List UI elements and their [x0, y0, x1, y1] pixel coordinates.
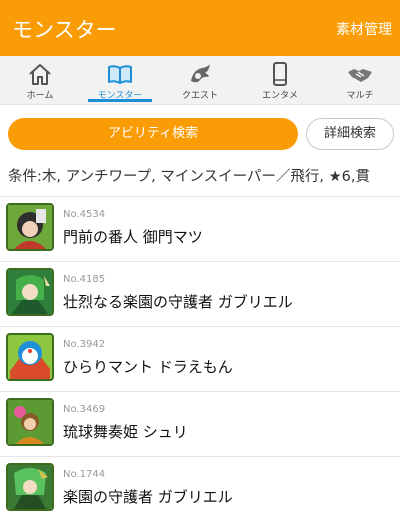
active-tab-indicator — [88, 99, 152, 102]
monster-list: No.4534 門前の番人 御門マツ No.4185 壮烈なる楽園の守護者 ガブ… — [0, 196, 400, 521]
tab-home[interactable]: ホーム — [0, 56, 80, 104]
phone-icon — [273, 62, 287, 86]
ability-search-button[interactable]: アビリティ検索 — [8, 118, 298, 150]
dragon-icon — [191, 64, 210, 83]
tab-label: ホーム — [26, 91, 54, 101]
monster-name: 壮烈なる楽園の守護者 ガブリエル — [63, 293, 293, 311]
tab-monster[interactable]: モンスター — [80, 56, 160, 104]
page-title: モンスター — [12, 18, 117, 42]
monster-number: No.3942 — [63, 339, 106, 350]
monster-number: No.1744 — [63, 469, 106, 480]
monster-name: 門前の番人 御門マツ — [63, 228, 203, 246]
material-management-button[interactable]: 素材管理 — [336, 19, 392, 39]
search-condition-text: 条件:木, アンチワープ, マインスイーパー／飛行, ★6,貫 — [8, 169, 370, 185]
tab-multi[interactable]: マルチ — [320, 56, 400, 104]
handshake-icon — [348, 69, 372, 82]
monster-name: 琉球舞奏姫 シュリ — [63, 423, 188, 441]
monster-row[interactable]: No.1744 楽園の守護者 ガブリエル — [0, 456, 400, 521]
monster-thumbnail — [6, 268, 54, 316]
monster-row[interactable]: No.3942 ひらりマント ドラえもん — [0, 326, 400, 391]
tab-entertainment[interactable]: エンタメ — [240, 56, 320, 104]
monster-thumbnail — [6, 203, 54, 251]
monster-name: ひらりマント ドラえもん — [63, 358, 233, 376]
monster-thumbnail — [6, 463, 54, 511]
monster-name: 楽園の守護者 ガブリエル — [63, 488, 233, 506]
monster-thumbnail — [6, 333, 54, 381]
book-icon — [108, 65, 132, 84]
home-icon — [29, 64, 51, 85]
tab-quest[interactable]: クエスト — [160, 56, 240, 104]
monster-thumbnail — [6, 398, 54, 446]
app-header: モンスター 素材管理 — [0, 0, 400, 56]
monster-number: No.3469 — [63, 404, 106, 415]
monster-number: No.4185 — [63, 274, 106, 285]
tab-label: マルチ — [346, 91, 374, 101]
monster-number: No.4534 — [63, 209, 106, 220]
tab-label: クエスト — [181, 91, 218, 101]
tab-label: エンタメ — [262, 91, 298, 101]
tab-bar: ホーム モンスター クエスト エンタメ マルチ — [0, 56, 400, 105]
monster-row[interactable]: No.4185 壮烈なる楽園の守護者 ガブリエル — [0, 261, 400, 326]
detail-search-button[interactable]: 詳細検索 — [306, 118, 394, 150]
monster-row[interactable]: No.3469 琉球舞奏姫 シュリ — [0, 391, 400, 456]
monster-row[interactable]: No.4534 門前の番人 御門マツ — [0, 196, 400, 261]
